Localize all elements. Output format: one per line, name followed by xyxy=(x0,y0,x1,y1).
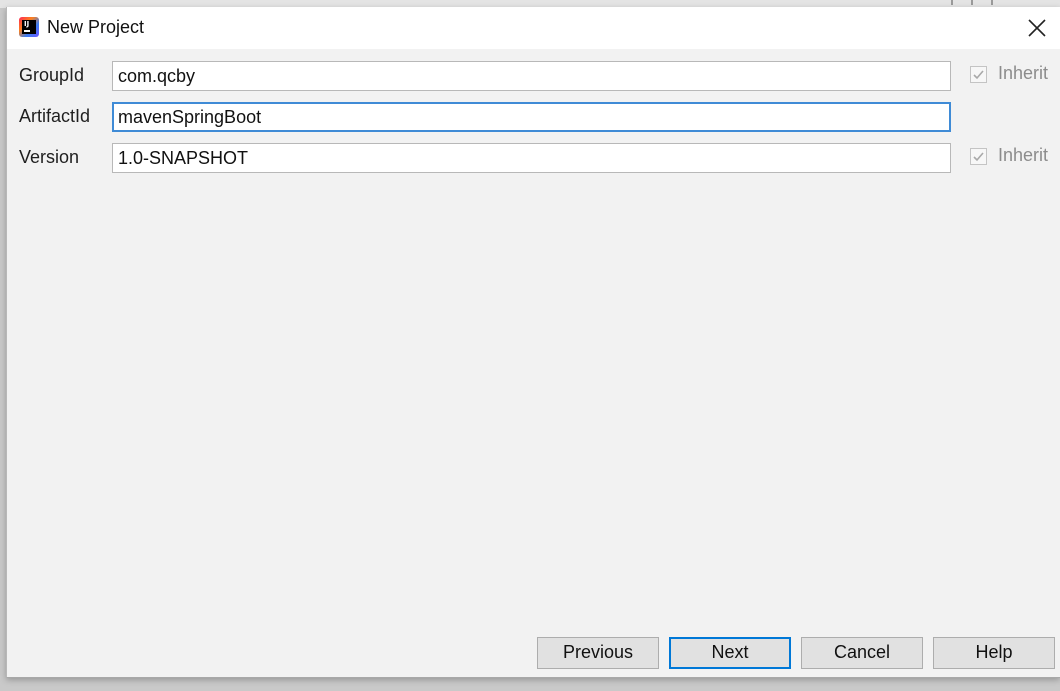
close-icon xyxy=(1028,19,1046,37)
background-divider xyxy=(951,0,953,5)
title-bar: IJ New Project xyxy=(7,7,1060,49)
checkbox[interactable] xyxy=(970,148,987,165)
next-button[interactable]: Next xyxy=(669,637,791,669)
artifact-id-field[interactable] xyxy=(112,102,951,132)
checkbox[interactable] xyxy=(970,66,987,83)
group-id-label: GroupId xyxy=(19,65,85,85)
version-field[interactable] xyxy=(112,143,951,173)
group-id-field[interactable] xyxy=(112,61,951,91)
background-divider xyxy=(971,0,973,5)
close-button[interactable] xyxy=(1014,7,1060,49)
version-label: Version xyxy=(19,147,80,167)
window-title: New Project xyxy=(47,17,145,37)
previous-button[interactable]: Previous xyxy=(537,637,659,669)
inherit-label: Inherit xyxy=(998,145,1049,165)
artifact-id-label: ArtifactId xyxy=(19,106,91,126)
checkmark-icon xyxy=(973,70,984,80)
new-project-dialog: IJ New Project GroupId Inherit ArtifactI… xyxy=(6,7,1060,678)
inherit-label: Inherit xyxy=(998,63,1049,83)
background-divider xyxy=(991,0,993,5)
help-button[interactable]: Help xyxy=(933,637,1055,669)
cancel-button[interactable]: Cancel xyxy=(801,637,923,669)
checkmark-icon xyxy=(973,152,984,162)
intellij-idea-icon: IJ xyxy=(19,17,39,37)
